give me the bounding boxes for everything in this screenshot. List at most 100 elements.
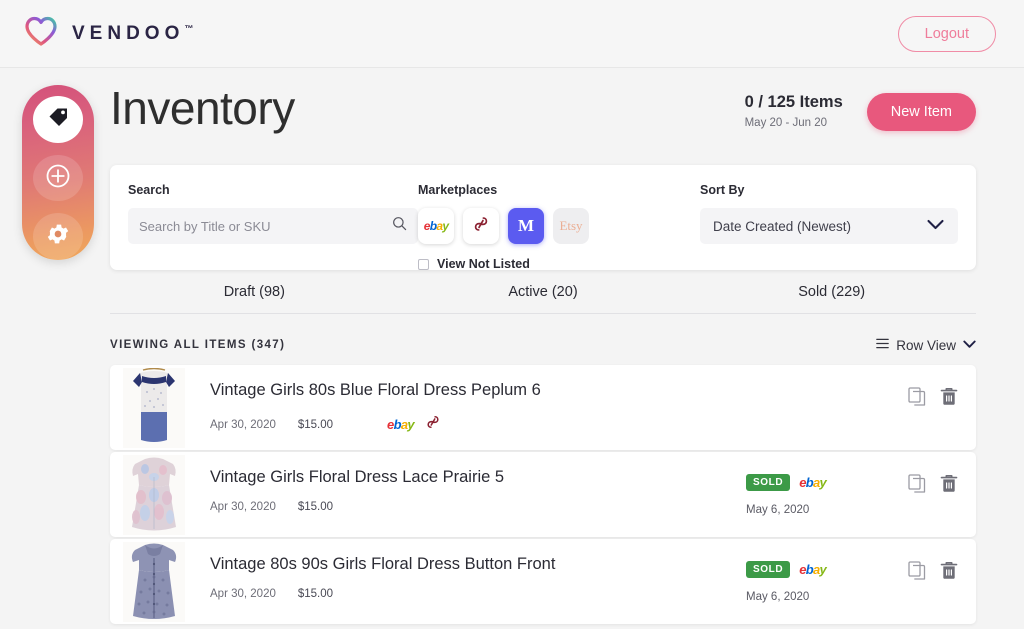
item-price: $15.00: [298, 588, 333, 600]
list-lines-icon: [876, 336, 889, 354]
sort-label: Sort By: [700, 183, 958, 197]
trash-icon[interactable]: [940, 561, 958, 585]
sort-column: Sort By Date Created (Newest): [700, 183, 958, 270]
table-row[interactable]: Vintage Girls 80s Blue Floral Dress Pepl…: [110, 365, 976, 450]
ebay-icon: ebay: [799, 562, 826, 577]
search-box[interactable]: [128, 208, 418, 244]
item-actions: [908, 561, 958, 585]
table-row[interactable]: Vintage Girls Floral Dress Lace Prairie …: [110, 452, 976, 537]
item-sold-date: May 6, 2020: [746, 504, 809, 516]
sort-by-value: Date Created (Newest): [713, 219, 851, 234]
ebay-icon: ebay: [799, 475, 826, 490]
new-item-button[interactable]: New Item: [867, 93, 976, 131]
item-meta: Apr 30, 2020 $15.00: [210, 588, 746, 600]
item-actions-area: SOLD ebay May 6, 2020: [746, 539, 976, 624]
ebay-icon: ebay: [387, 417, 414, 432]
chevron-down-icon: [963, 336, 976, 354]
status-tabs: Draft (98) Active (20) Sold (229): [110, 284, 976, 314]
items-date-range: May 20 - Jun 20: [745, 117, 843, 129]
marketplace-chip-ebay[interactable]: ebay: [418, 208, 454, 244]
page-title: Inventory: [110, 84, 295, 132]
page-header: Inventory 0 / 125 Items May 20 - Jun 20 …: [110, 84, 976, 132]
list-toolbar: VIEWING ALL ITEMS (347) Row View: [110, 336, 976, 354]
item-actions-area: [746, 365, 976, 450]
sidebar-item-add[interactable]: [33, 155, 83, 202]
item-actions: [908, 474, 958, 498]
table-row[interactable]: Vintage 80s 90s Girls Floral Dress Butto…: [110, 539, 976, 624]
mercari-icon: M: [518, 216, 534, 236]
items-count-value: 0 / 125 Items: [745, 93, 843, 112]
item-sold-status: SOLD ebay: [746, 474, 826, 491]
item-actions-area: SOLD ebay May 6, 2020: [746, 452, 976, 537]
trademark-mark: ™: [184, 23, 193, 33]
gear-icon: [45, 221, 71, 252]
row-view-label: Row View: [896, 338, 956, 353]
tab-sold[interactable]: Sold (229): [687, 284, 976, 313]
item-marketplaces: ebay: [387, 414, 441, 435]
status-badge: SOLD: [746, 561, 790, 578]
item-price: $15.00: [298, 501, 333, 513]
copy-icon[interactable]: [908, 387, 926, 411]
filter-panel: Search Marketplaces ebay: [110, 165, 976, 270]
search-label: Search: [128, 183, 418, 197]
view-not-listed-row[interactable]: View Not Listed: [418, 257, 700, 271]
logout-button[interactable]: Logout: [898, 16, 996, 52]
tab-draft[interactable]: Draft (98): [110, 284, 399, 313]
tag-icon: [46, 105, 70, 134]
sidebar-item-inventory[interactable]: [33, 96, 83, 143]
etsy-icon: Etsy: [559, 218, 582, 234]
poshmark-icon: [425, 414, 441, 435]
item-date: Apr 30, 2020: [210, 588, 276, 600]
plus-circle-icon: [45, 163, 71, 194]
sidebar-item-settings[interactable]: [33, 213, 83, 260]
tab-active[interactable]: Active (20): [399, 284, 688, 313]
ebay-icon: ebay: [424, 219, 449, 233]
brand-name: VENDOO™: [72, 23, 193, 45]
marketplace-chips: ebay M Etsy: [418, 208, 700, 244]
copy-icon[interactable]: [908, 474, 926, 498]
row-view-toggle[interactable]: Row View: [876, 336, 976, 354]
item-sold-date: May 6, 2020: [746, 591, 809, 603]
page-header-actions: 0 / 125 Items May 20 - Jun 20 New Item: [745, 84, 976, 131]
items-counter: 0 / 125 Items May 20 - Jun 20: [745, 93, 843, 129]
copy-icon[interactable]: [908, 561, 926, 585]
heart-gradient-icon: [24, 16, 58, 51]
search-column: Search: [128, 183, 418, 270]
status-badge: SOLD: [746, 474, 790, 491]
inventory-list: Vintage Girls 80s Blue Floral Dress Pepl…: [110, 365, 976, 626]
item-meta: Apr 30, 2020 $15.00 ebay: [210, 414, 746, 435]
search-input[interactable]: [139, 219, 392, 234]
trash-icon[interactable]: [940, 387, 958, 411]
item-price: $15.00: [298, 419, 333, 431]
marketplaces-column: Marketplaces ebay M Etsy: [418, 183, 700, 270]
viewing-count: VIEWING ALL ITEMS (347): [110, 339, 285, 351]
item-details: Vintage Girls 80s Blue Floral Dress Pepl…: [198, 365, 746, 450]
item-title[interactable]: Vintage Girls 80s Blue Floral Dress Pepl…: [210, 381, 746, 400]
item-sold-status: SOLD ebay: [746, 561, 826, 578]
item-date: Apr 30, 2020: [210, 501, 276, 513]
marketplaces-label: Marketplaces: [418, 183, 700, 197]
item-details: Vintage Girls Floral Dress Lace Prairie …: [198, 452, 746, 537]
chevron-down-icon: [927, 217, 944, 235]
view-not-listed-label: View Not Listed: [437, 257, 530, 271]
item-actions: [908, 387, 958, 411]
brand-logo: VENDOO™: [24, 16, 193, 51]
marketplace-chip-mercari[interactable]: M: [508, 208, 544, 244]
top-bar: VENDOO™ Logout: [0, 0, 1024, 68]
item-title[interactable]: Vintage 80s 90s Girls Floral Dress Butto…: [210, 555, 746, 574]
item-details: Vintage 80s 90s Girls Floral Dress Butto…: [198, 539, 746, 624]
item-thumbnail[interactable]: [110, 365, 198, 450]
item-meta: Apr 30, 2020 $15.00: [210, 501, 746, 513]
item-thumbnail[interactable]: [110, 539, 198, 624]
item-thumbnail[interactable]: [110, 452, 198, 537]
poshmark-icon: [472, 215, 490, 238]
search-icon[interactable]: [392, 216, 407, 236]
view-not-listed-checkbox[interactable]: [418, 259, 429, 270]
sidebar-nav: [22, 85, 94, 260]
trash-icon[interactable]: [940, 474, 958, 498]
sort-by-select[interactable]: Date Created (Newest): [700, 208, 958, 244]
item-date: Apr 30, 2020: [210, 419, 276, 431]
item-title[interactable]: Vintage Girls Floral Dress Lace Prairie …: [210, 468, 746, 487]
marketplace-chip-etsy[interactable]: Etsy: [553, 208, 589, 244]
marketplace-chip-poshmark[interactable]: [463, 208, 499, 244]
